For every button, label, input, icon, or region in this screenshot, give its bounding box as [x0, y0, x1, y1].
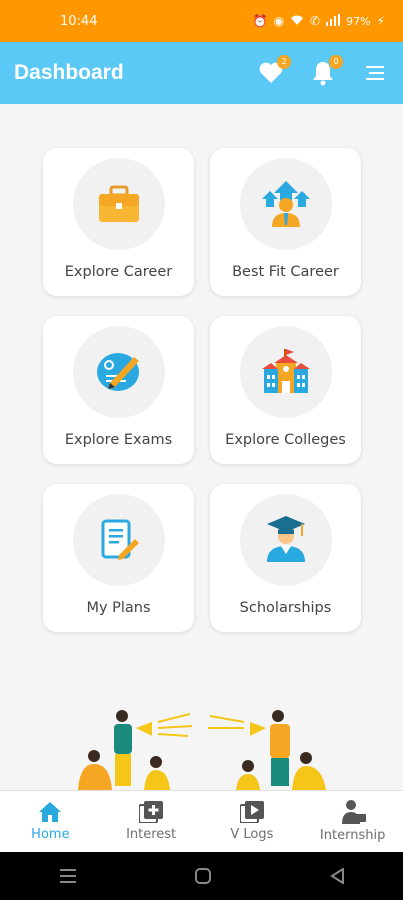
dashboard-grid: Explore Career Best Fit Career Explore E…: [43, 148, 361, 632]
alarm-icon: ⏰: [252, 14, 268, 28]
card-label: Explore Colleges: [225, 432, 346, 448]
system-navigation-bar: [0, 852, 403, 900]
hotspot-icon: ◉: [273, 14, 285, 28]
card-label: Explore Exams: [64, 432, 173, 448]
interest-add-icon: [139, 801, 164, 823]
card-my-plans[interactable]: My Plans: [43, 484, 194, 632]
people-megaphone-illustration: [78, 710, 326, 790]
graduate-icon: [266, 516, 305, 562]
hamburger-menu-icon: [366, 66, 384, 80]
recents-icon[interactable]: [59, 869, 76, 883]
icon-circle: [239, 326, 332, 418]
card-explore-exams[interactable]: Explore Exams: [43, 316, 194, 464]
nav-label: Internship: [319, 828, 386, 843]
card-scholarships[interactable]: Scholarships: [210, 484, 361, 632]
college-building-icon: [261, 349, 310, 393]
status-bar: 10:44 ⏰ ◉ ✆ 97% ⚡: [0, 0, 403, 42]
nav-internship[interactable]: Internship: [303, 800, 403, 843]
status-time: 10:44: [60, 13, 98, 29]
menu-button[interactable]: [361, 59, 389, 87]
card-best-fit-career[interactable]: Best Fit Career: [210, 148, 361, 296]
vlog-icon: [239, 801, 264, 823]
wishlist-button[interactable]: 2: [257, 55, 291, 87]
volte-call-icon: ✆: [310, 14, 321, 28]
wishlist-badge: 2: [277, 55, 291, 69]
card-explore-colleges[interactable]: Explore Colleges: [210, 316, 361, 464]
nav-home[interactable]: Home: [0, 801, 100, 842]
nav-vlogs[interactable]: V Logs: [202, 801, 302, 842]
nav-label: V Logs: [230, 827, 274, 842]
status-icons: ⏰ ◉ ✆ 97% ⚡: [252, 13, 385, 29]
signal-icon: [326, 13, 341, 29]
nav-interest[interactable]: Interest: [101, 801, 201, 842]
nav-label: Home: [31, 827, 70, 842]
page-title: Dashboard: [14, 61, 124, 84]
home-system-icon[interactable]: [194, 868, 211, 884]
icon-circle: [72, 326, 165, 418]
icon-circle: [239, 158, 332, 250]
home-icon: [39, 802, 62, 822]
briefcase-icon: [98, 185, 139, 222]
charging-icon: ⚡: [376, 14, 385, 28]
career-growth-icon: [261, 181, 310, 227]
notification-badge: 0: [329, 55, 343, 69]
card-label: Best Fit Career: [232, 264, 339, 280]
plan-document-icon: [101, 519, 139, 560]
card-label: Scholarships: [239, 600, 332, 616]
battery-percent: 97%: [346, 14, 371, 28]
card-explore-career[interactable]: Explore Career: [43, 148, 194, 296]
icon-circle: [72, 158, 165, 250]
back-icon[interactable]: [329, 868, 344, 884]
icon-circle: [239, 494, 332, 586]
card-label: Explore Career: [64, 264, 173, 280]
internship-icon: [341, 800, 366, 824]
notifications-button[interactable]: 0: [309, 55, 343, 87]
exam-icon: [96, 353, 139, 391]
app-actions: 2 0: [257, 55, 389, 87]
bottom-navigation: Home Interest V Logs Internship: [0, 790, 403, 852]
wifi-icon: [290, 14, 304, 29]
app-bar: Dashboard 2 0: [0, 42, 403, 104]
card-label: My Plans: [86, 600, 151, 616]
nav-label: Interest: [126, 827, 177, 842]
icon-circle: [72, 494, 165, 586]
